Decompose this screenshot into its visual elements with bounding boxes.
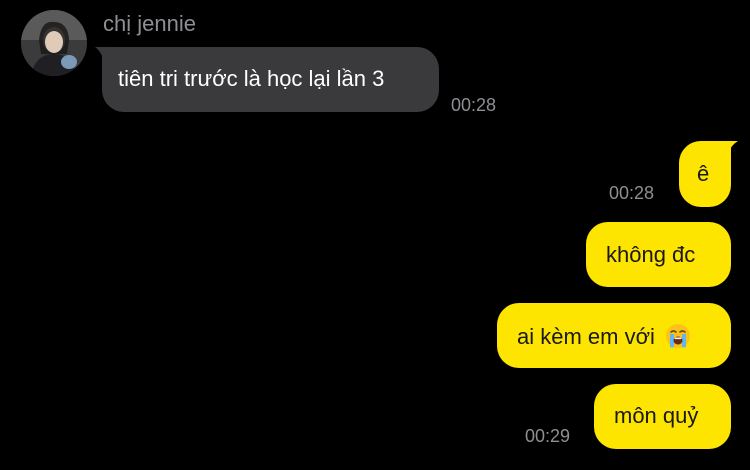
- message-text: ai kèm em với: [517, 324, 655, 349]
- message-text: tiên tri trước là học lại lần 3: [118, 66, 385, 91]
- message-text: môn quỷ: [614, 403, 699, 428]
- message-timestamp: 00:29: [525, 426, 571, 446]
- incoming-message[interactable]: tiên tri trước là học lại lần 3: [102, 47, 439, 112]
- message-timestamp: 00:28: [609, 183, 655, 203]
- loudly-crying-face-icon: [666, 324, 691, 348]
- outgoing-message[interactable]: ai kèm em với: [497, 303, 731, 368]
- sender-name: chị jennie: [103, 11, 196, 36]
- contact-avatar[interactable]: [21, 10, 87, 76]
- outgoing-message[interactable]: môn quỷ: [594, 384, 731, 449]
- message-text: không đc: [606, 242, 696, 267]
- message-text: ê: [697, 161, 710, 186]
- avatar-photo: [21, 10, 87, 76]
- outgoing-message[interactable]: ê: [679, 141, 731, 207]
- outgoing-message[interactable]: không đc: [586, 222, 731, 287]
- message-timestamp: 00:28: [451, 95, 497, 115]
